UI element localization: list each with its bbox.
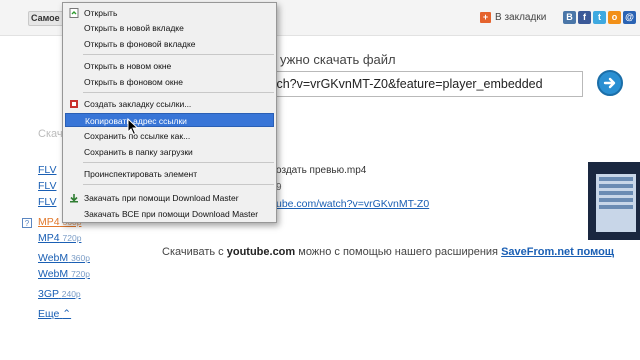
facebook-icon[interactable]: f (578, 11, 591, 24)
download-master-icon (70, 194, 78, 203)
mailru-icon[interactable]: @ (623, 11, 636, 24)
menu-item-open-new-window[interactable]: Открыть в новом окне (65, 59, 274, 73)
mouse-cursor-icon (127, 118, 139, 136)
format-link[interactable]: FLV (38, 164, 56, 176)
odnoklassniki-icon[interactable]: o (608, 11, 621, 24)
menu-item-open-background-tab[interactable]: Открыть в фоновой вкладке (65, 37, 274, 51)
menu-item-download-master[interactable]: Закачать при помощи Download Master (65, 191, 274, 205)
source-link[interactable]: ube.com/watch?v=vrGKvnMT-Z0 (276, 198, 429, 210)
bookmarks-label: В закладки (495, 12, 547, 23)
format-link[interactable]: 3GP 240p (38, 288, 81, 300)
format-link[interactable]: FLV (38, 196, 56, 208)
video-thumbnail[interactable] (588, 162, 640, 240)
open-page-icon (69, 8, 79, 18)
context-menu: Открыть Открыть в новой вкладке Открыть … (62, 2, 277, 223)
plus-icon: + (480, 12, 491, 23)
menu-item-save-to-downloads[interactable]: Сохранить в папку загрузки (65, 145, 274, 159)
format-link[interactable]: WebM 360p (38, 252, 90, 264)
menu-separator (83, 184, 274, 185)
menu-item-download-master-all[interactable]: Закачать ВСЕ при помощи Download Master (65, 207, 274, 221)
social-share-bar: B f t o @ (563, 11, 636, 24)
menu-item-open-new-tab[interactable]: Открыть в новой вкладке (65, 21, 274, 35)
url-input[interactable] (268, 71, 583, 97)
menu-item-save-link-as[interactable]: Сохранить по ссылке как... (65, 129, 274, 143)
format-link[interactable]: MP4 720p (38, 232, 81, 244)
section-label: Скач (38, 128, 63, 140)
menu-item-inspect[interactable]: Проинспектировать элемент (65, 167, 274, 181)
go-button[interactable] (597, 70, 623, 96)
arrow-right-icon (603, 77, 616, 89)
menu-item-copy-link[interactable]: Копировать адрес ссылки (65, 113, 274, 127)
menu-item-bookmark-link[interactable]: Создать закладку ссылки... (65, 97, 274, 111)
double-chevron-up-icon: ⌃ (62, 308, 72, 320)
bookmark-icon (70, 100, 78, 108)
savefrom-link[interactable]: SaveFrom.net помощ (501, 246, 614, 258)
menu-separator (83, 54, 274, 55)
file-name: оздать превью.mp4 (276, 165, 367, 176)
format-link[interactable]: FLV (38, 180, 56, 192)
page-heading: ужно скачать файл (280, 52, 396, 67)
menu-separator (83, 92, 274, 93)
vk-icon[interactable]: B (563, 11, 576, 24)
menu-item-open-background-window[interactable]: Открыть в фоновом окне (65, 75, 274, 89)
twitter-icon[interactable]: t (593, 11, 606, 24)
menu-separator (83, 162, 274, 163)
menu-item-open[interactable]: Открыть (65, 6, 274, 20)
help-icon[interactable]: ? (22, 218, 32, 228)
bookmarks-link[interactable]: + В закладки (480, 12, 546, 23)
more-formats-link[interactable]: Еще ⌃ (38, 308, 71, 320)
format-link[interactable]: WebM 720p (38, 268, 90, 280)
promo-text: Скачивать с youtube.com можно с помощью … (162, 246, 615, 258)
